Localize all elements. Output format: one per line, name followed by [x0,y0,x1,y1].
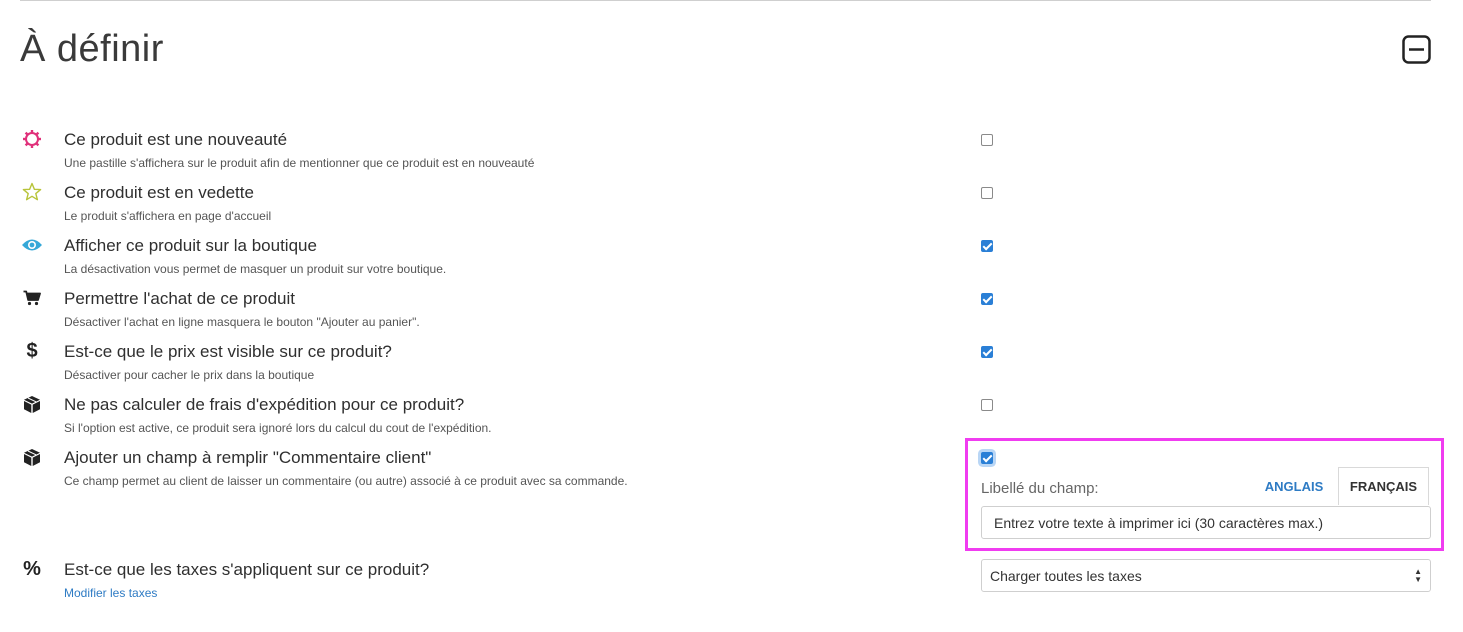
box-icon [21,446,43,468]
option-label: Ce produit est en vedette [64,183,254,202]
dollar-icon: $ [26,339,38,362]
gear-outline-icon [21,128,43,150]
show-on-store-checkbox[interactable] [981,240,993,252]
option-help: La désactivation vous permet de masquer … [64,262,447,276]
option-label: Ne pas calculer de frais d'expédition po… [64,395,465,414]
cart-icon [21,287,43,309]
option-label: Afficher ce produit sur la boutique [64,236,317,255]
box-icon [21,393,43,415]
section-title: À définir [20,28,164,70]
option-label: Ce produit est une nouveauté [64,130,288,149]
star-outline-icon [21,181,43,203]
option-help: Si l'option est active, ce produit sera … [64,421,492,435]
new-product-checkbox[interactable] [981,134,993,146]
option-help: Désactiver l'achat en ligne masquera le … [64,315,420,329]
allow-purchase-checkbox[interactable] [981,293,993,305]
eye-icon [21,234,43,256]
option-label: Permettre l'achat de ce produit [64,289,295,308]
option-label: Est-ce que le prix est visible sur ce pr… [64,342,392,361]
section-divider [20,0,1431,1]
option-help: Désactiver pour cacher le prix dans la b… [64,368,315,382]
tab-french[interactable]: FRANÇAIS [1338,467,1429,505]
option-label: Ajouter un champ à remplir "Commentaire … [64,448,432,467]
comment-label-input[interactable] [981,506,1431,539]
no-shipping-fee-checkbox[interactable] [981,399,993,411]
price-visible-checkbox[interactable] [981,346,993,358]
option-help: Le produit s'affichera en page d'accueil [64,209,272,223]
tab-english[interactable]: ANGLAIS [1250,467,1338,505]
tax-select[interactable]: Charger toutes les taxes ▲ ▼ [981,559,1431,592]
collapse-button[interactable] [1402,35,1431,64]
option-help: Une pastille s'affichera sur le produit … [64,156,535,170]
percent-icon: % [23,557,41,580]
tax-select-value: Charger toutes les taxes [990,567,1142,584]
option-help: Ce champ permet au client de laisser un … [64,474,628,488]
customer-comment-checkbox[interactable] [981,452,993,464]
minus-square-icon [1402,35,1431,64]
field-label: Libellé du champ: [981,480,1099,497]
select-arrows-icon: ▲ ▼ [1414,567,1422,584]
option-label: Est-ce que les taxes s'appliquent sur ce… [64,560,430,579]
featured-checkbox[interactable] [981,187,993,199]
edit-taxes-link[interactable]: Modifier les taxes [64,586,157,600]
